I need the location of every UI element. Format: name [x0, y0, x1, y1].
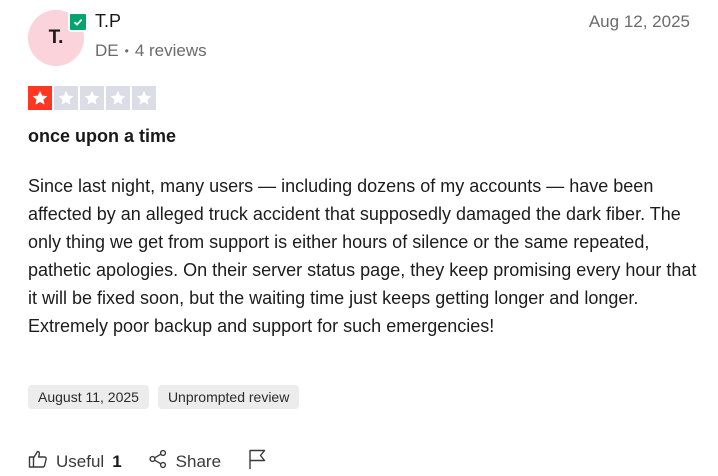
- separator-dot: •: [124, 44, 129, 58]
- reviewer-name[interactable]: T.P: [95, 11, 121, 32]
- useful-button[interactable]: Useful 1: [28, 449, 122, 474]
- review-date: Aug 12, 2025: [588, 12, 690, 31]
- star-empty-icon: [106, 86, 130, 110]
- star-filled-icon: [28, 86, 52, 110]
- review-title[interactable]: once upon a time: [28, 126, 176, 147]
- review-actions: Useful 1 Share: [28, 448, 267, 475]
- share-button[interactable]: Share: [148, 449, 221, 474]
- thumbs-up-icon: [28, 449, 48, 474]
- useful-count: 1: [112, 451, 122, 471]
- review-body: Since last night, many users — including…: [28, 176, 697, 336]
- review-type-chip[interactable]: Unprompted review: [157, 385, 300, 409]
- reviewer-country: DE: [95, 41, 119, 60]
- star-empty-icon: [132, 86, 156, 110]
- report-flag-button[interactable]: [247, 448, 267, 475]
- experience-date-chip: August 11, 2025: [28, 385, 149, 409]
- avatar-initials: T.: [48, 27, 64, 48]
- flag-icon: [247, 448, 267, 475]
- share-label: Share: [175, 451, 222, 471]
- useful-label: Useful: [56, 451, 105, 471]
- share-icon: [148, 449, 168, 474]
- review-chips: August 11, 2025 Unprompted review: [28, 385, 300, 409]
- verified-check-icon: [68, 12, 88, 32]
- star-empty-icon: [80, 86, 104, 110]
- reviewer-meta: DE • 4 reviews: [95, 41, 207, 61]
- reviewer-review-count[interactable]: 4 reviews: [135, 41, 207, 61]
- star-empty-icon: [54, 86, 78, 110]
- star-rating: [28, 86, 156, 110]
